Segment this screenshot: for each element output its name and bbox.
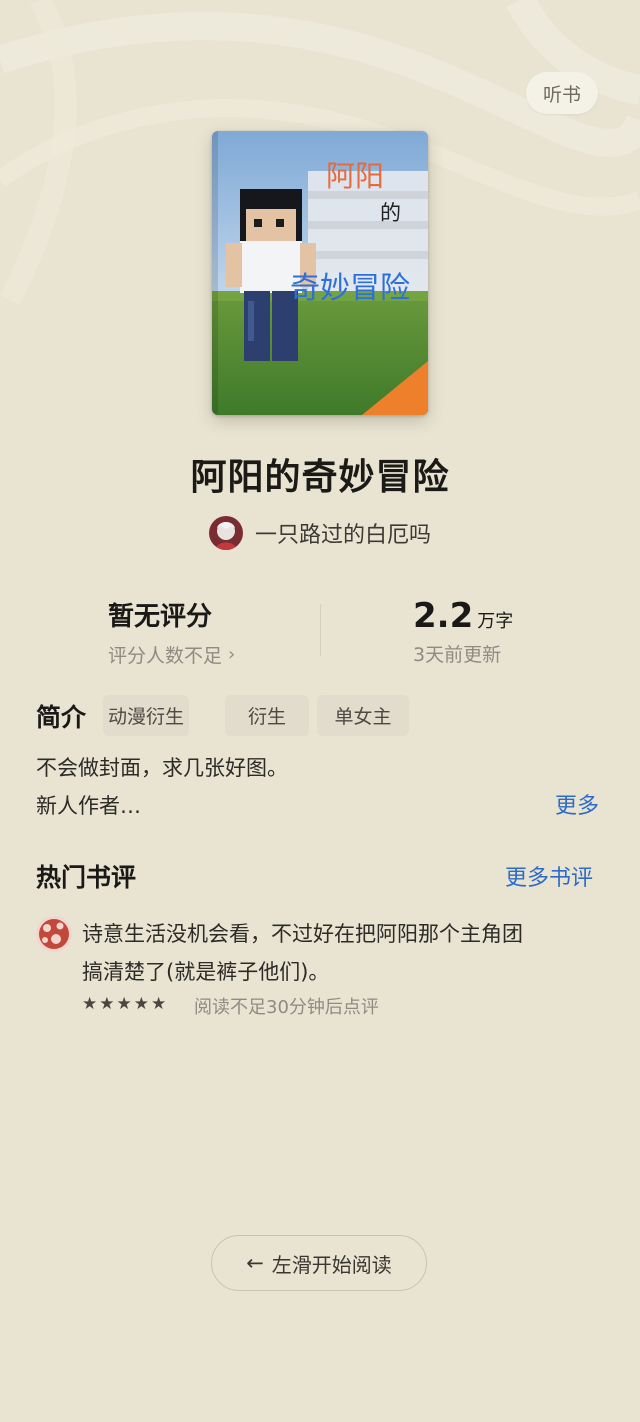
tag-anime-derivative[interactable]: 动漫衍生 xyxy=(103,695,189,736)
word-unit: 万字 xyxy=(477,611,514,632)
swipe-to-read-button[interactable]: ← 左滑开始阅读 xyxy=(211,1235,427,1291)
intro-label: 简介 xyxy=(36,703,87,732)
stats-divider xyxy=(320,604,321,656)
tag-derivative[interactable]: 衍生 xyxy=(225,695,309,736)
star-icon: ★ xyxy=(82,994,98,1014)
word-count-block: 2.2 万字 3天前更新 xyxy=(413,596,513,667)
star-icon: ★ xyxy=(151,994,167,1014)
book-cover[interactable]: 阿阳 的 奇妙冒险 xyxy=(212,131,428,415)
author-row[interactable]: 一只路过的白厄吗 xyxy=(0,516,640,550)
hot-reviews-title: 热门书评 xyxy=(36,863,137,892)
word-count: 2.2 xyxy=(413,596,474,636)
rating-label: 暂无评分 xyxy=(108,602,213,632)
more-reviews-link[interactable]: 更多书评 xyxy=(505,860,593,892)
cover-title-line2: 的 xyxy=(380,201,401,225)
review-stars: ★ ★ ★ ★ ★ xyxy=(82,994,166,1014)
intro-line-1: 不会做封面，求几张好图。 xyxy=(36,756,288,780)
author-name: 一只路过的白厄吗 xyxy=(254,523,431,548)
star-icon: ★ xyxy=(133,994,149,1014)
star-icon: ★ xyxy=(99,994,115,1014)
intro-line-2: 新人作者… xyxy=(36,794,141,818)
arrow-left-icon: ← xyxy=(246,1251,264,1275)
star-icon: ★ xyxy=(116,994,132,1014)
updated-text: 3天前更新 xyxy=(413,644,502,666)
review-text-line-1: 诗意生活没机会看，不过好在把阿阳那个主角团 xyxy=(82,922,523,946)
tag-single-heroine[interactable]: 单女主 xyxy=(317,695,409,736)
cover-title-line3: 奇妙冒险 xyxy=(290,271,410,306)
intro-more-link[interactable]: 更多 xyxy=(555,788,599,820)
author-avatar xyxy=(208,516,243,550)
review-text-line-2: 搞清楚了(就是裤子他们)。 xyxy=(82,960,330,984)
rating-block[interactable]: 暂无评分 评分人数不足 › xyxy=(108,596,235,668)
book-title: 阿阳的奇妙冒险 xyxy=(190,457,450,498)
cover-title-line1: 阿阳 xyxy=(326,159,385,193)
swipe-label: 左滑开始阅读 xyxy=(271,1252,392,1277)
rating-sub: 评分人数不足 xyxy=(108,645,223,667)
chevron-right-icon: › xyxy=(228,644,236,665)
reviewer-avatar[interactable] xyxy=(36,916,72,952)
review-meta: 阅读不足30分钟后点评 xyxy=(194,997,379,1018)
listen-button[interactable]: 听书 xyxy=(526,72,598,114)
